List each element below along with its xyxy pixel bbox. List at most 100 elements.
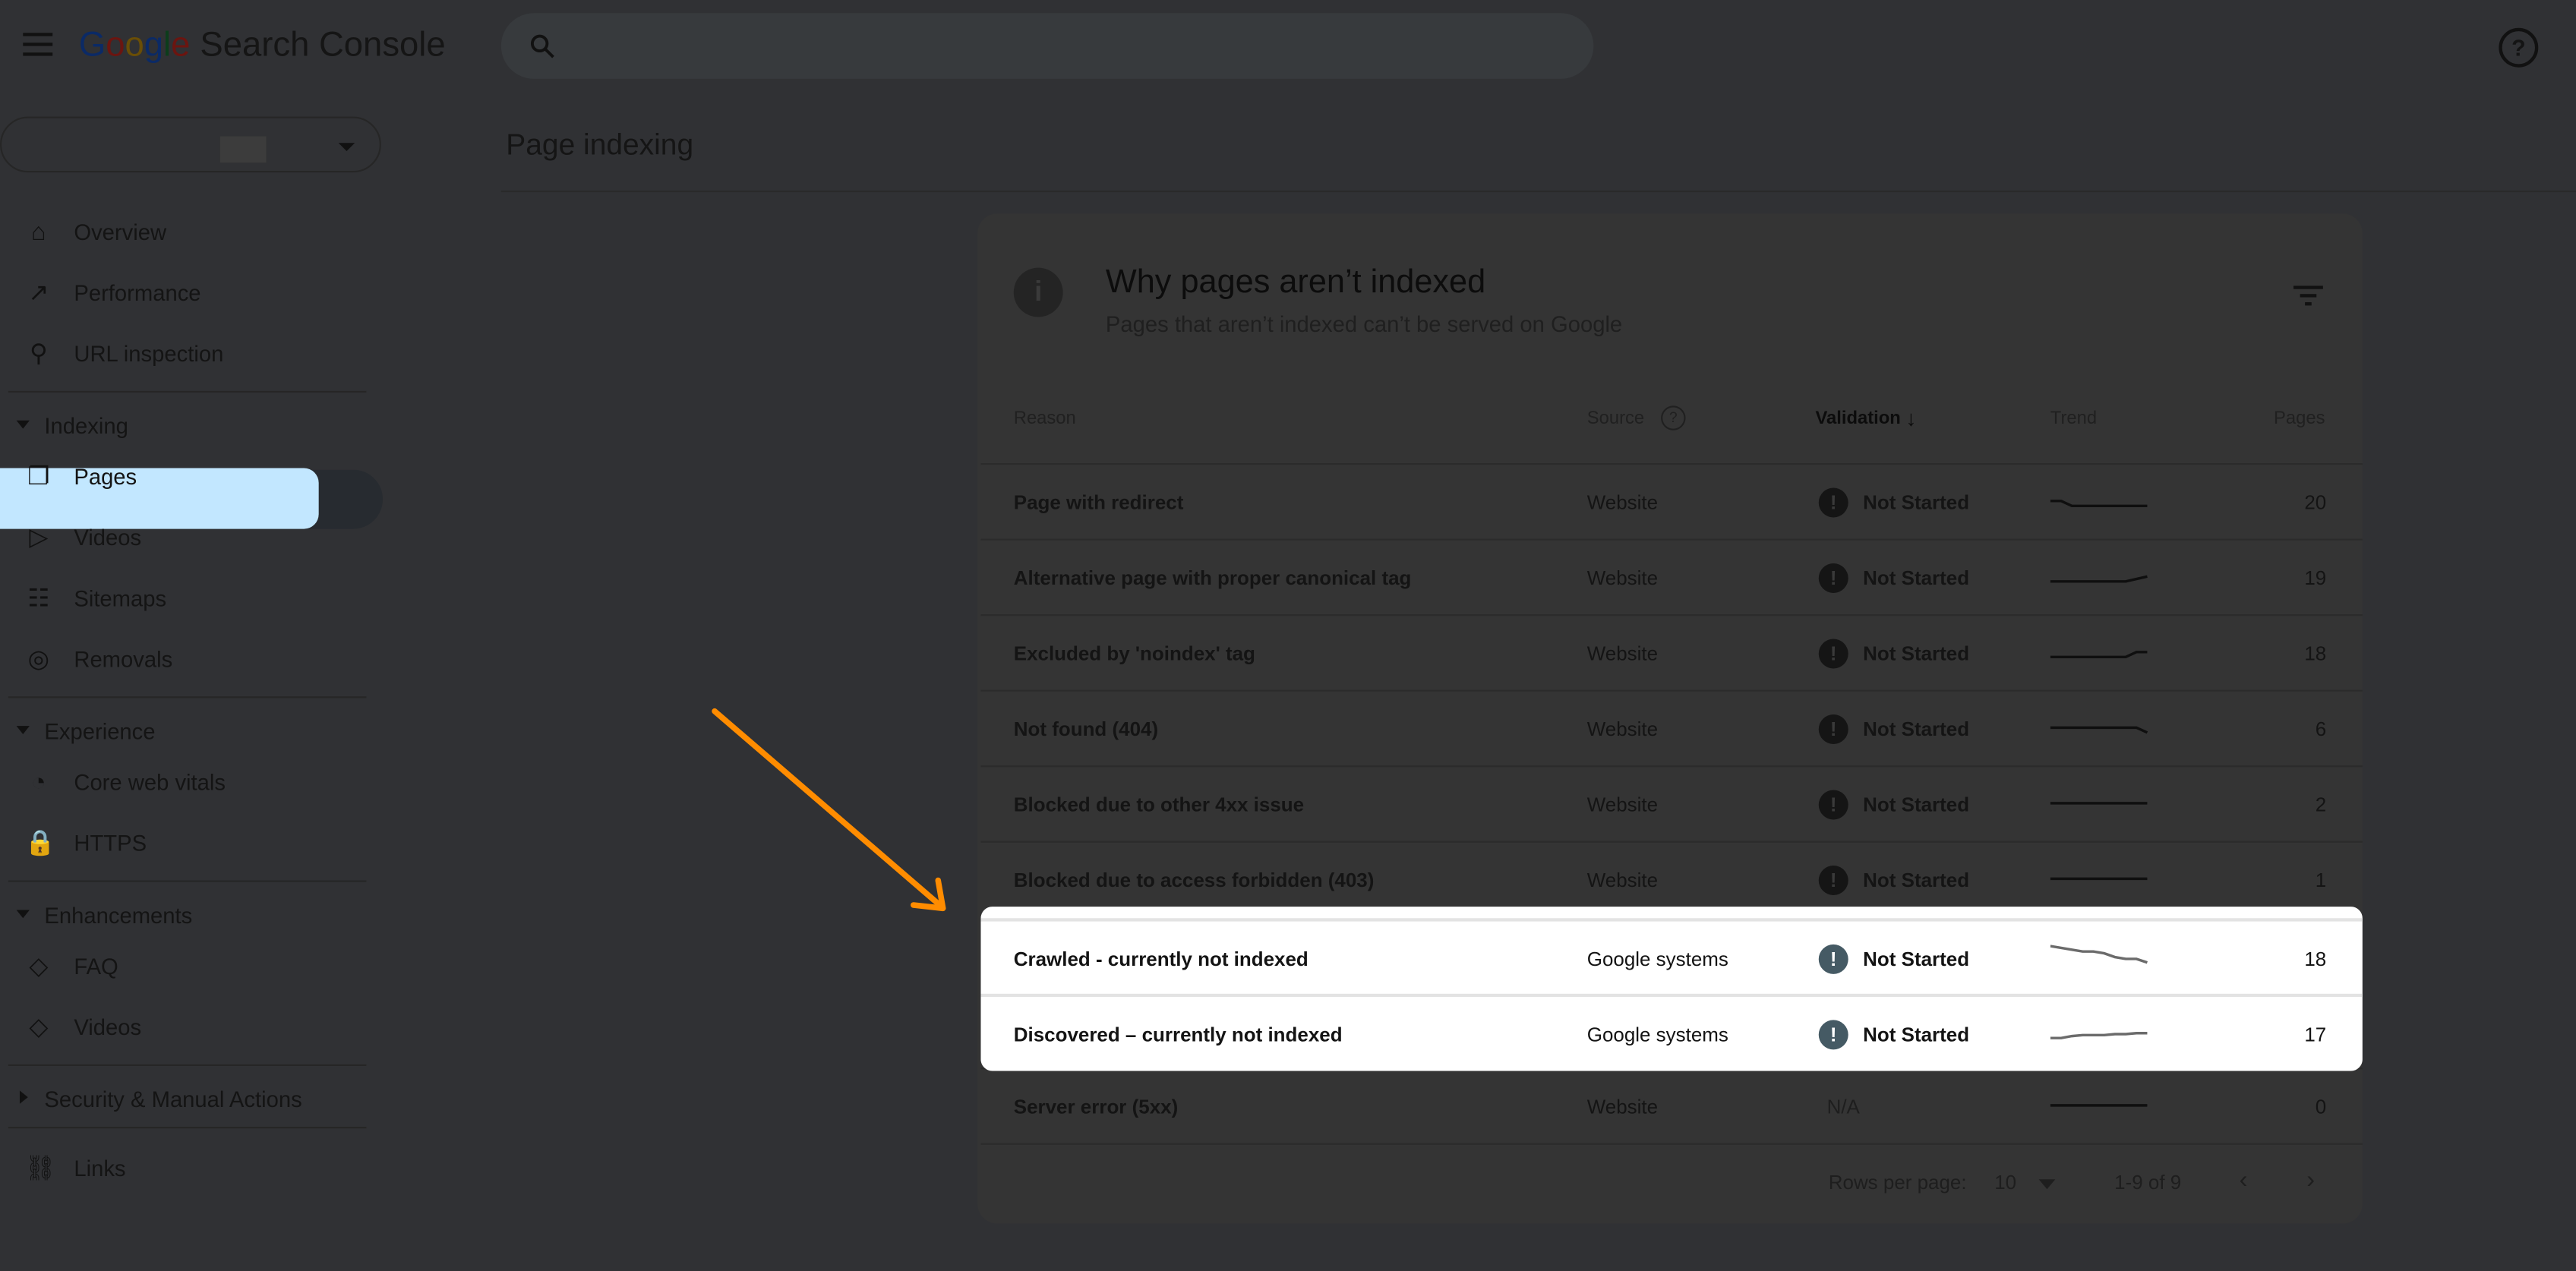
reason-cell: Discovered – currently not indexed	[1013, 1023, 1343, 1047]
divider	[980, 1143, 2363, 1145]
validation-status: Not Started	[1863, 566, 1970, 590]
help-icon[interactable]: ?	[2499, 27, 2539, 68]
validation-status: N/A	[1826, 1095, 1860, 1119]
table-row[interactable]: Page with redirect Website! Not Started 20	[980, 463, 2363, 541]
prev-page-icon[interactable]: ‹	[2240, 1166, 2248, 1194]
validation-status: Not Started	[1863, 642, 1970, 666]
dropdown-caret-icon	[338, 143, 355, 152]
pages-count: 18	[2304, 948, 2327, 971]
lock-icon: 🔒	[24, 829, 55, 858]
divider	[8, 390, 367, 393]
sort-down-icon[interactable]: ↓	[1905, 405, 1916, 430]
sidebar-item-faq[interactable]: ◇ FAQ	[0, 936, 383, 997]
logo-brand: Google	[78, 26, 191, 65]
sidebar-item-url-inspection[interactable]: ⚲ URL inspection	[0, 323, 383, 384]
video-icon: ▷	[29, 524, 49, 552]
table-row[interactable]: Not found (404) Website! Not Started 6	[980, 689, 2363, 768]
rows-per-page-caret-icon[interactable]	[2038, 1179, 2056, 1190]
trend-sparkline	[2050, 500, 2148, 508]
search-icon: ⚲	[29, 339, 48, 368]
reason-cell: Excluded by 'noindex' tag	[1013, 642, 1255, 666]
table-row[interactable]: Crawled - currently not indexed Google sy…	[980, 918, 2363, 997]
trend-sparkline	[2050, 1104, 2148, 1107]
pages-count: 6	[2315, 718, 2327, 741]
filter-icon[interactable]	[2293, 284, 2323, 307]
table-row[interactable]: Server error (5xx) Website N/A 0	[980, 1068, 2363, 1145]
sidebar-item-videos[interactable]: ▷ Videos	[0, 507, 383, 568]
trending-up-icon: ↗	[28, 279, 49, 308]
sidebar-item-https[interactable]: 🔒 HTTPS	[0, 813, 383, 874]
rows-per-page-select[interactable]: 10	[1994, 1171, 2016, 1194]
sidebar-item-label: Videos	[74, 1014, 142, 1040]
divider	[8, 696, 367, 699]
table-row[interactable]: Excluded by 'noindex' tag Website! Not Sta…	[980, 614, 2363, 692]
alert-icon: !	[1818, 714, 1848, 744]
table-row[interactable]: Alternative page with proper canonical t…	[980, 538, 2363, 617]
info-icon: i	[1013, 267, 1063, 317]
source-cell: Google systems	[1586, 1023, 1728, 1047]
layers-icon: ◇	[29, 1013, 49, 1042]
pages-count: 2	[2315, 793, 2327, 817]
sidebar-item-label: FAQ	[74, 954, 118, 979]
sidebar-item-label: HTTPS	[74, 831, 147, 856]
sidebar-item-core-web-vitals[interactable]: ◔ Core web vitals	[0, 752, 383, 813]
search-icon	[530, 34, 554, 58]
caret-down-icon	[16, 726, 30, 734]
source-cell: Website	[1586, 642, 1659, 666]
pagination-range: 1-9 of 9	[2114, 1171, 2182, 1194]
property-selector[interactable]	[0, 116, 381, 173]
reason-cell: Page with redirect	[1013, 490, 1184, 515]
menu-icon[interactable]	[23, 33, 53, 56]
sidebar-item-overview[interactable]: ⌂ Overview	[0, 202, 383, 263]
table-row[interactable]: Discovered – currently not indexed Google…	[980, 993, 2363, 1073]
reason-cell: Crawled - currently not indexed	[1013, 948, 1309, 971]
section-label: Experience	[44, 719, 156, 744]
logo[interactable]: Google Search Console	[79, 27, 446, 66]
validation-status: Not Started	[1863, 948, 1970, 971]
layers-icon: ◇	[29, 952, 49, 981]
sidebar-item-label: Pages	[74, 465, 137, 490]
sitemap-icon: ☷	[27, 585, 50, 613]
validation-status: Not Started	[1863, 793, 1970, 817]
card-subtitle: Pages that aren’t indexed can’t be serve…	[1105, 312, 1623, 337]
validation-status: Not Started	[1863, 869, 1970, 892]
sidebar-item-performance[interactable]: ↗ Performance	[0, 263, 383, 323]
section-label: Security & Manual Actions	[44, 1087, 302, 1112]
table-row[interactable]: Blocked due to other 4xx issue Website! No…	[980, 765, 2363, 843]
eye-off-icon: ◎	[27, 645, 50, 673]
next-page-icon[interactable]: ›	[2306, 1166, 2315, 1194]
sidebar-item-label: URL inspection	[74, 341, 224, 367]
sidebar-item-links[interactable]: ⛓ Links	[0, 1138, 383, 1199]
card-title: Why pages aren’t indexed	[1105, 264, 1486, 301]
search-input[interactable]	[500, 13, 1594, 79]
pages-count: 0	[2315, 1095, 2327, 1119]
rows-per-page-label: Rows per page:	[1828, 1171, 1967, 1194]
divider	[500, 190, 2576, 193]
column-header-reason[interactable]: Reason	[1014, 409, 1076, 429]
links-icon: ⛓	[24, 1154, 56, 1183]
sidebar-item-removals[interactable]: ◎ Removals	[0, 629, 383, 690]
trend-sparkline	[2050, 877, 2148, 881]
source-help-icon[interactable]: ?	[1661, 405, 1686, 430]
sidebar-item-label: Core web vitals	[74, 770, 226, 796]
source-cell: Website	[1586, 566, 1659, 590]
sidebar-item-label: Overview	[74, 219, 167, 245]
pages-icon: ❐	[27, 463, 50, 491]
column-header-pages[interactable]: Pages	[2274, 409, 2325, 429]
reason-cell: Not found (404)	[1013, 718, 1159, 741]
highlighted-rows: Crawled - currently not indexed Google sy…	[980, 907, 2363, 1073]
sidebar-item-pages[interactable]: ❐ Pages	[0, 446, 383, 507]
gauge-icon: ◔	[31, 768, 46, 797]
reason-cell: Server error (5xx)	[1013, 1095, 1179, 1119]
sidebar-item-videos[interactable]: ◇ Videos	[0, 997, 383, 1058]
column-header-validation[interactable]: Validation	[1815, 409, 1900, 429]
column-header-source[interactable]: Source	[1587, 409, 1644, 429]
alert-icon: !	[1818, 1020, 1848, 1050]
logo-product: Search Console	[200, 26, 446, 65]
source-cell: Website	[1586, 718, 1659, 741]
pages-count: 20	[2304, 490, 2327, 515]
sidebar-item-label: Links	[74, 1156, 126, 1181]
sidebar-item-sitemaps[interactable]: ☷ Sitemaps	[0, 569, 383, 629]
alert-icon: !	[1818, 487, 1848, 518]
divider	[8, 1127, 367, 1129]
